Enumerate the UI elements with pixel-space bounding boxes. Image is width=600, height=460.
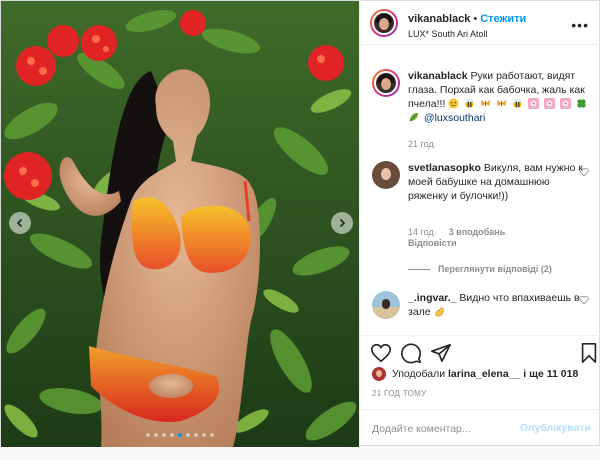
- carousel-dot: [170, 433, 174, 437]
- carousel-dot: [154, 433, 158, 437]
- flexed-biceps-emoji-icon: [435, 307, 444, 317]
- caption-text-block: vikanablack Руки работают, видят глаза. …: [408, 69, 594, 151]
- view-replies-label: Переглянути відповіді (2): [438, 264, 552, 274]
- blossom-emoji-icon: [543, 98, 555, 109]
- post-modal: vikanablack • Стежити LUX* South Ari Atoll…: [0, 0, 600, 447]
- carousel-dot: [178, 433, 182, 437]
- publish-button[interactable]: Опублікувати: [520, 422, 591, 434]
- post-sidebar: vikanablack • Стежити LUX* South Ari Atoll…: [359, 1, 600, 447]
- caption-username[interactable]: vikanablack: [408, 70, 468, 82]
- post-photo[interactable]: [1, 1, 359, 447]
- view-replies-button[interactable]: Переглянути відповіді (2): [408, 264, 552, 274]
- likes-text: Уподобали larina_elena__ і ще 11 018: [392, 368, 578, 380]
- carousel-dot: [162, 433, 166, 437]
- likes-prefix: Уподобали: [392, 368, 448, 380]
- carousel-dot: [194, 433, 198, 437]
- header-separator: •: [473, 13, 478, 25]
- comment-like-button[interactable]: [579, 167, 589, 180]
- comment-input[interactable]: [372, 420, 522, 438]
- carousel-indicator: [1, 433, 359, 437]
- replies-divider: [408, 268, 430, 270]
- more-options-icon[interactable]: •••: [571, 17, 589, 33]
- previous-slide-button[interactable]: [9, 212, 31, 234]
- bee-emoji-icon: [465, 99, 474, 108]
- caption-timestamp: 21 год.: [408, 139, 437, 149]
- post-actions-bar: [360, 335, 600, 367]
- clover-emoji-icon: [577, 99, 586, 108]
- header-user-line: vikanablack • Стежити: [408, 13, 526, 25]
- reply-button[interactable]: Відповісти: [408, 238, 457, 248]
- post-header: vikanablack • Стежити LUX* South Ari Atoll…: [360, 1, 600, 45]
- comments-list: vikanablack Руки работают, видят глаза. …: [360, 45, 600, 335]
- heart-icon: [579, 167, 589, 177]
- caption-mention-link[interactable]: @luxsouthari: [424, 112, 485, 124]
- commenter-avatar[interactable]: [372, 291, 400, 319]
- comment-likes-count[interactable]: 3 вподобань: [449, 227, 506, 237]
- comment-timestamp: 14 год.: [408, 227, 437, 237]
- comment-meta: 14 год. 3 вподобань: [408, 227, 505, 237]
- post-timestamp: 21 ГОД ТОМУ: [372, 389, 427, 398]
- liker-avatar[interactable]: [372, 367, 386, 381]
- post-location[interactable]: LUX* South Ari Atoll: [408, 29, 488, 39]
- chevron-right-icon: [339, 218, 346, 228]
- butterfly-emoji-icon: [496, 99, 507, 107]
- author-username[interactable]: vikanablack: [408, 13, 470, 25]
- heart-icon[interactable]: [370, 342, 392, 364]
- comment-username[interactable]: _.ingvar._: [408, 292, 456, 304]
- blossom-emoji-icon: [559, 98, 571, 109]
- bee-emoji-icon: [513, 99, 522, 108]
- commenter-avatar[interactable]: [372, 161, 400, 189]
- smiley-emoji-icon: [448, 98, 459, 109]
- butterfly-emoji-icon: [481, 99, 491, 107]
- carousel-dot: [210, 433, 214, 437]
- photo-illustration: [1, 1, 359, 447]
- comment-text-block: _.ingvar._ Видно что впахиваешь в зале: [408, 291, 586, 319]
- caption-avatar[interactable]: [372, 69, 400, 97]
- carousel-dot: [186, 433, 190, 437]
- carousel-dot: [202, 433, 206, 437]
- liker-username[interactable]: larina_elena__: [448, 368, 520, 380]
- comment-icon[interactable]: [400, 342, 422, 364]
- comment-username[interactable]: svetlanasopko: [408, 162, 481, 174]
- bookmark-icon[interactable]: [578, 342, 600, 364]
- chevron-left-icon: [16, 218, 23, 228]
- follow-button[interactable]: Стежити: [480, 13, 526, 25]
- carousel-dot: [146, 433, 150, 437]
- heart-icon: [579, 295, 589, 305]
- blossom-emoji-icon: [527, 98, 539, 109]
- likes-count[interactable]: і ще 11 018: [520, 368, 578, 380]
- comment-like-button[interactable]: [579, 295, 589, 308]
- next-slide-button[interactable]: [331, 212, 353, 234]
- paper-plane-icon[interactable]: [430, 342, 452, 364]
- comment-text-block: svetlanasopko Викуля, вам нужно к моей б…: [408, 161, 586, 203]
- author-avatar[interactable]: [370, 9, 398, 37]
- add-comment-bar: Опублікувати: [360, 409, 600, 447]
- leaf-emoji-icon: [409, 112, 419, 122]
